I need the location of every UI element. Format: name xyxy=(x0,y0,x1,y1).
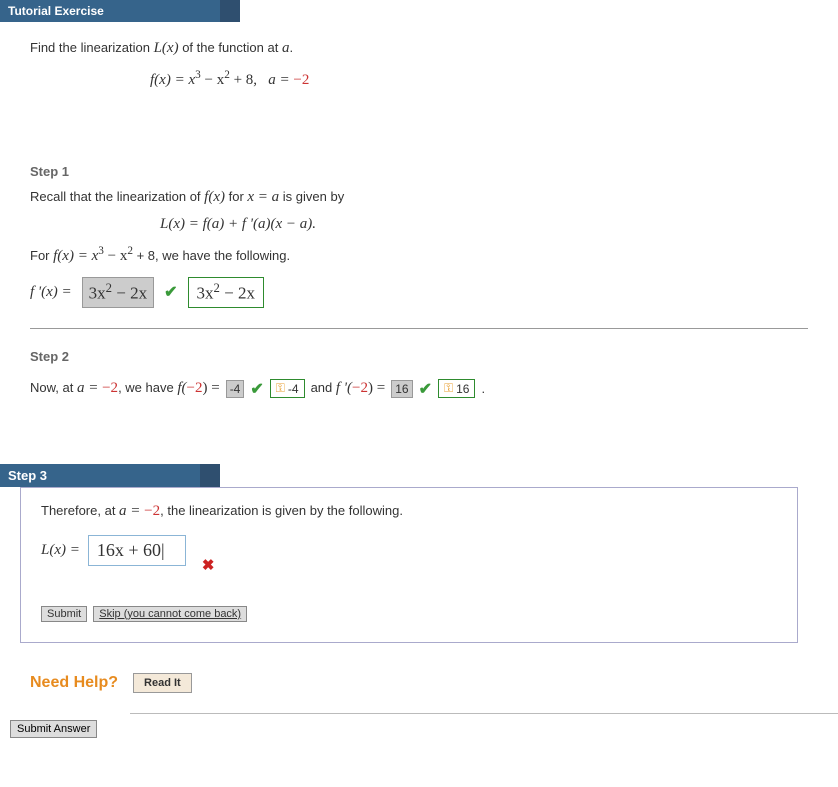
fprime-label: f '(x) = xyxy=(30,284,72,300)
fprime-row: f '(x) = 3x2 − 2x ✔ 3x2 − 2x xyxy=(30,277,808,308)
x-icon: ✖ xyxy=(202,556,215,574)
step3-tab: Step 3 xyxy=(0,464,220,487)
key-icon: ⚿ xyxy=(444,381,453,396)
s2-aval: −2 xyxy=(102,380,118,396)
recall-mid: for xyxy=(225,189,247,204)
green-answer-1: 3x2 − 2x xyxy=(188,277,264,308)
s2-aeq: a = xyxy=(77,380,102,396)
s2-mid: , we have xyxy=(118,380,177,395)
s2-and: and xyxy=(311,380,336,395)
s2-neg2a: −2 xyxy=(187,380,203,396)
s2-pre: Now, at xyxy=(30,380,77,395)
recall-pre: Recall that the linearization of xyxy=(30,189,204,204)
recall-post: is given by xyxy=(279,189,344,204)
submit-button[interactable]: Submit xyxy=(41,606,87,622)
s3-aeq: a = xyxy=(119,503,144,519)
s3-aval: −2 xyxy=(144,503,160,519)
s2-feq: f( xyxy=(177,380,186,396)
a-val: −2 xyxy=(293,72,309,88)
step3-text: Therefore, at a = −2, the linearization … xyxy=(41,503,777,520)
s3-pre: Therefore, at xyxy=(41,503,119,518)
for-pre: For xyxy=(30,248,53,263)
lx-input[interactable]: 16x + 60| xyxy=(88,535,186,566)
step2-header: Step 2 xyxy=(30,349,808,364)
s2-fclose: ) = xyxy=(202,380,219,396)
need-help-label: Need Help? xyxy=(30,674,118,692)
step1-recall: Recall that the linearization of f(x) fo… xyxy=(30,189,808,206)
prompt-text: Find the linearization xyxy=(30,40,154,55)
key-answer-2: ⚿16 xyxy=(438,379,476,398)
for-fx: f(x) = x xyxy=(53,248,98,264)
step2-row: Now, at a = −2, we have f(−2) = -4 ✔ ⚿-4… xyxy=(30,379,808,399)
step1-header: Step 1 xyxy=(30,164,808,179)
fx-tail: + 8, xyxy=(230,72,257,88)
tutorial-exercise-tab: Tutorial Exercise xyxy=(0,0,240,22)
key-answer-1: ⚿-4 xyxy=(270,379,305,398)
problem-prompt: Find the linearization L(x) of the funct… xyxy=(30,40,808,57)
s2-fpclose: ) = xyxy=(368,380,385,396)
problem-formula: f(x) = x3 − x2 + 8, a = −2 xyxy=(150,69,808,89)
a-eq: a = xyxy=(268,72,293,88)
skip-button[interactable]: Skip (you cannot come back) xyxy=(93,606,247,622)
prompt-text2: of the function at xyxy=(179,40,282,55)
recall-xa: x = a xyxy=(247,189,279,205)
need-help-row: Need Help? Read It xyxy=(30,673,838,693)
fx-part: f(x) = x xyxy=(150,72,195,88)
divider-1 xyxy=(30,328,808,329)
read-it-button[interactable]: Read It xyxy=(133,673,192,693)
lx-label: L(x) = xyxy=(41,542,80,558)
s3-post: , the linearization is given by the foll… xyxy=(160,503,403,518)
s2-neg2b: −2 xyxy=(352,380,368,396)
check-icon: ✔ xyxy=(419,379,432,399)
for-rest: − x xyxy=(104,248,127,264)
recall-fx: f(x) xyxy=(204,189,225,205)
linearization-formula: L(x) = f(a) + f '(a)(x − a). xyxy=(160,216,808,233)
key-icon: ⚿ xyxy=(276,381,285,396)
submit-answer-button[interactable]: Submit Answer xyxy=(10,720,97,738)
s2-fpeq: f '( xyxy=(336,380,352,396)
lx-sym: L(x) xyxy=(154,40,179,56)
locked-answer-3: 16 xyxy=(391,380,412,398)
locked-answer-1: 3x2 − 2x xyxy=(82,277,154,308)
fx-rest: − x xyxy=(201,72,224,88)
locked-answer-2: -4 xyxy=(226,380,245,398)
check-icon: ✔ xyxy=(164,282,177,302)
check-icon: ✔ xyxy=(250,379,263,399)
step3-box: Therefore, at a = −2, the linearization … xyxy=(20,487,798,643)
a-sym: a xyxy=(282,40,290,56)
step1-for: For f(x) = x3 − x2 + 8, we have the foll… xyxy=(30,245,808,265)
for-tail: + 8, we have the following. xyxy=(133,248,290,263)
